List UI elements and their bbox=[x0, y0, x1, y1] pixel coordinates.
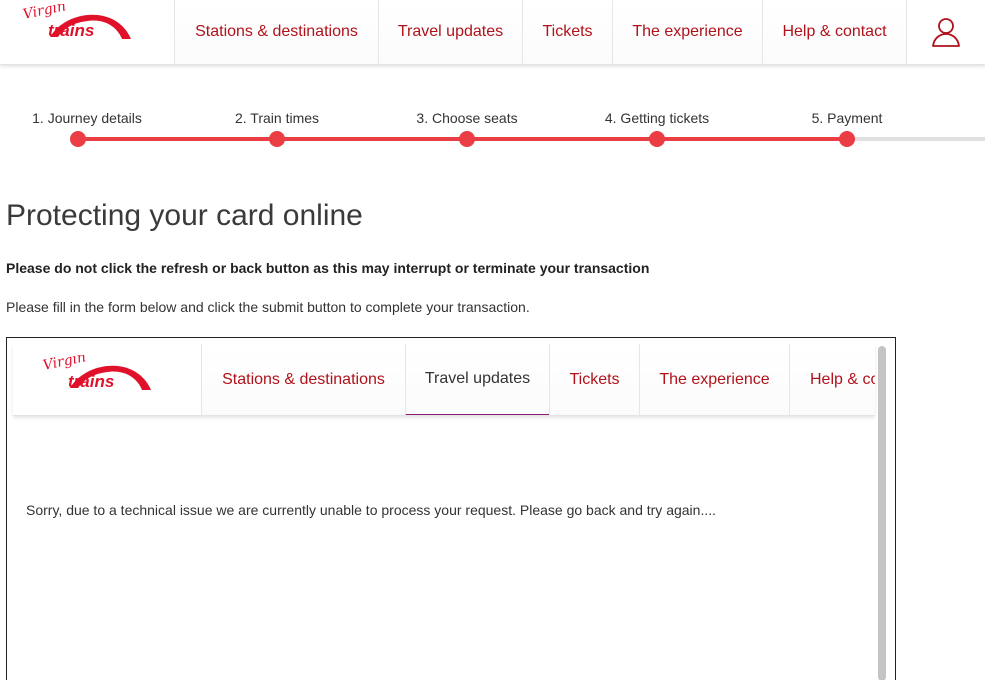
step-dot-payment bbox=[839, 131, 855, 147]
iframe-nav-travel-updates[interactable]: Travel updates bbox=[405, 344, 549, 415]
iframe-nav-help-contact[interactable]: Help & contact bbox=[789, 344, 875, 415]
page-title: Protecting your card online bbox=[6, 199, 363, 232]
step-dot-train-times[interactable] bbox=[269, 131, 285, 147]
iframe-nav-tickets[interactable]: Tickets bbox=[549, 344, 639, 415]
step-label-train-times[interactable]: 2. Train times bbox=[235, 110, 319, 126]
account-button[interactable] bbox=[906, 0, 985, 64]
iframe-virgin-trains-logo[interactable]: Virgin trains bbox=[42, 355, 154, 391]
step-label-payment: 5. Payment bbox=[811, 110, 883, 126]
site-header: Virgin trains Stations & destinations Tr… bbox=[0, 0, 985, 65]
virgin-trains-logo[interactable]: Virgin trains bbox=[22, 4, 134, 40]
nav-tickets[interactable]: Tickets bbox=[522, 0, 612, 64]
step-label-choose-seats[interactable]: 3. Choose seats bbox=[416, 110, 517, 126]
refresh-warning: Please do not click the refresh or back … bbox=[6, 260, 650, 276]
step-label-getting-tickets[interactable]: 4. Getting tickets bbox=[605, 110, 709, 126]
error-message: Sorry, due to a technical issue we are c… bbox=[26, 502, 717, 518]
svg-text:trains: trains bbox=[68, 372, 114, 391]
iframe-nav-stations-destinations[interactable]: Stations & destinations bbox=[201, 344, 405, 415]
form-instruction: Please fill in the form below and click … bbox=[6, 299, 530, 315]
nav-the-experience[interactable]: The experience bbox=[612, 0, 762, 64]
svg-text:trains: trains bbox=[48, 21, 94, 40]
iframe-nav-the-experience[interactable]: The experience bbox=[639, 344, 789, 415]
step-dot-journey-details[interactable] bbox=[70, 131, 86, 147]
nav-help-contact[interactable]: Help & contact bbox=[762, 0, 906, 64]
nav-travel-updates[interactable]: Travel updates bbox=[378, 0, 522, 64]
step-dot-getting-tickets[interactable] bbox=[649, 131, 665, 147]
step-label-journey-details[interactable]: 1. Journey details bbox=[32, 110, 142, 126]
iframe-scrollbar[interactable] bbox=[878, 346, 886, 680]
step-dot-choose-seats[interactable] bbox=[459, 131, 475, 147]
nav-stations-destinations[interactable]: Stations & destinations bbox=[174, 0, 378, 64]
user-icon bbox=[932, 18, 960, 47]
